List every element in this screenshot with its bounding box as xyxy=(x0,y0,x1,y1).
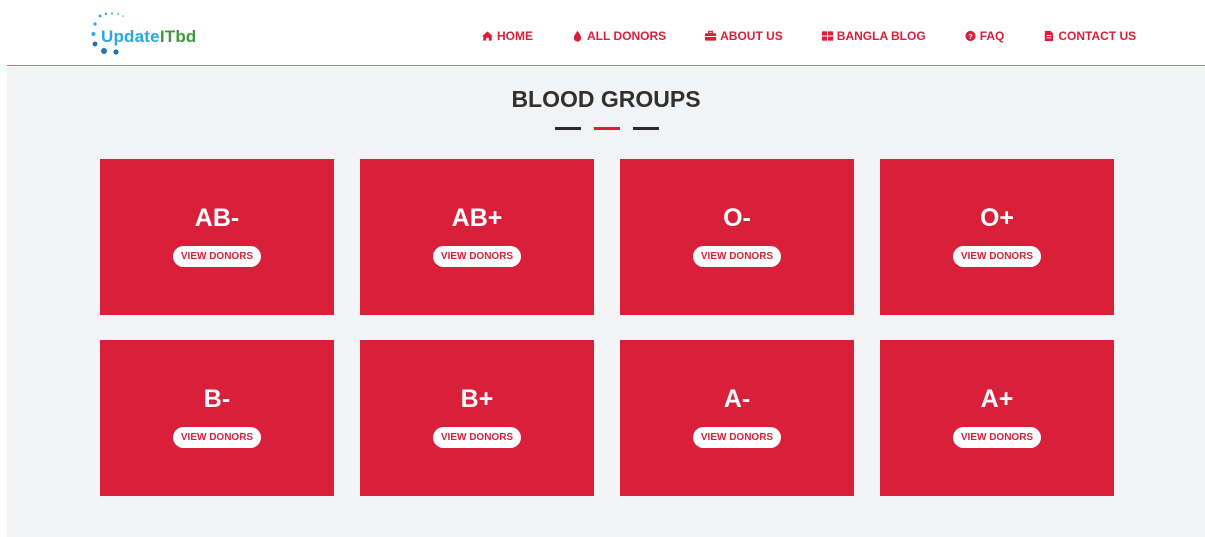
nav-faq[interactable]: ? FAQ xyxy=(964,26,1005,46)
divider-dash-right xyxy=(633,127,659,130)
blood-group-name: AB- xyxy=(194,204,240,232)
view-donors-button[interactable]: VIEW DONORS xyxy=(692,427,782,448)
blood-drop-icon xyxy=(571,30,584,42)
logo-text: UpdateITbd xyxy=(101,27,197,47)
blood-group-name: AB+ xyxy=(451,204,503,232)
nav-contact-us[interactable]: CONTACT US xyxy=(1042,26,1136,46)
blood-group-card: AB+ VIEW DONORS xyxy=(360,159,594,315)
view-donors-button[interactable]: VIEW DONORS xyxy=(692,246,782,267)
view-donors-button[interactable]: VIEW DONORS xyxy=(172,246,262,267)
briefcase-icon xyxy=(704,30,717,42)
logo-text-update: Update xyxy=(101,27,160,46)
nav-contact-us-label: CONTACT US xyxy=(1058,29,1137,43)
question-circle-icon: ? xyxy=(964,30,977,42)
blood-group-card: O- VIEW DONORS xyxy=(620,159,854,315)
title-divider xyxy=(555,127,665,130)
section-title: BLOOD GROUPS xyxy=(511,86,701,112)
blood-group-card: B- VIEW DONORS xyxy=(100,340,334,496)
nav-all-donors-label: ALL DONORS xyxy=(587,29,667,43)
nav-home-label: HOME xyxy=(497,29,533,43)
document-icon xyxy=(1042,30,1055,42)
nav-about-us-label: ABOUT US xyxy=(720,29,783,43)
logo-text-itbd: ITbd xyxy=(159,27,197,46)
nav-home[interactable]: HOME xyxy=(481,26,533,46)
nav-faq-label: FAQ xyxy=(979,29,1005,43)
view-donors-button[interactable]: VIEW DONORS xyxy=(952,427,1042,448)
view-donors-button[interactable]: VIEW DONORS xyxy=(432,246,522,267)
blood-group-name: A- xyxy=(723,385,751,413)
blood-group-name: O- xyxy=(723,204,751,232)
logo[interactable]: UpdateITbd xyxy=(91,10,211,56)
svg-text:?: ? xyxy=(968,32,973,41)
view-donors-button[interactable]: VIEW DONORS xyxy=(432,427,522,448)
blood-group-name: B+ xyxy=(460,385,494,413)
view-donors-button[interactable]: VIEW DONORS xyxy=(952,246,1042,267)
site-header: UpdateITbd HOME ALL DONORS ABOUT US BANG… xyxy=(7,0,1205,66)
view-donors-button[interactable]: VIEW DONORS xyxy=(172,427,262,448)
blood-group-card: A- VIEW DONORS xyxy=(620,340,854,496)
blood-group-card: A+ VIEW DONORS xyxy=(880,340,1114,496)
blood-group-card: AB- VIEW DONORS xyxy=(100,159,334,315)
blood-group-card: B+ VIEW DONORS xyxy=(360,340,594,496)
nav-bangla-blog-label: BANGLA BLOG xyxy=(836,29,926,43)
main-nav: HOME ALL DONORS ABOUT US BANGLA BLOG ? F… xyxy=(481,26,1136,46)
blood-group-name: A+ xyxy=(980,385,1014,413)
blood-group-name: B- xyxy=(203,385,231,413)
blood-groups-section: BLOOD GROUPS AB- VIEW DONORS AB+ VIEW DO… xyxy=(7,67,1205,537)
home-icon xyxy=(481,30,494,42)
nav-bangla-blog[interactable]: BANGLA BLOG xyxy=(821,26,926,46)
blood-group-card: O+ VIEW DONORS xyxy=(880,159,1114,315)
divider-dash-left xyxy=(555,127,581,130)
blood-group-name: O+ xyxy=(979,204,1015,232)
divider-dash-center xyxy=(594,127,620,130)
nav-all-donors[interactable]: ALL DONORS xyxy=(571,26,666,46)
nav-about-us[interactable]: ABOUT US xyxy=(704,26,783,46)
grid-icon xyxy=(821,30,834,42)
